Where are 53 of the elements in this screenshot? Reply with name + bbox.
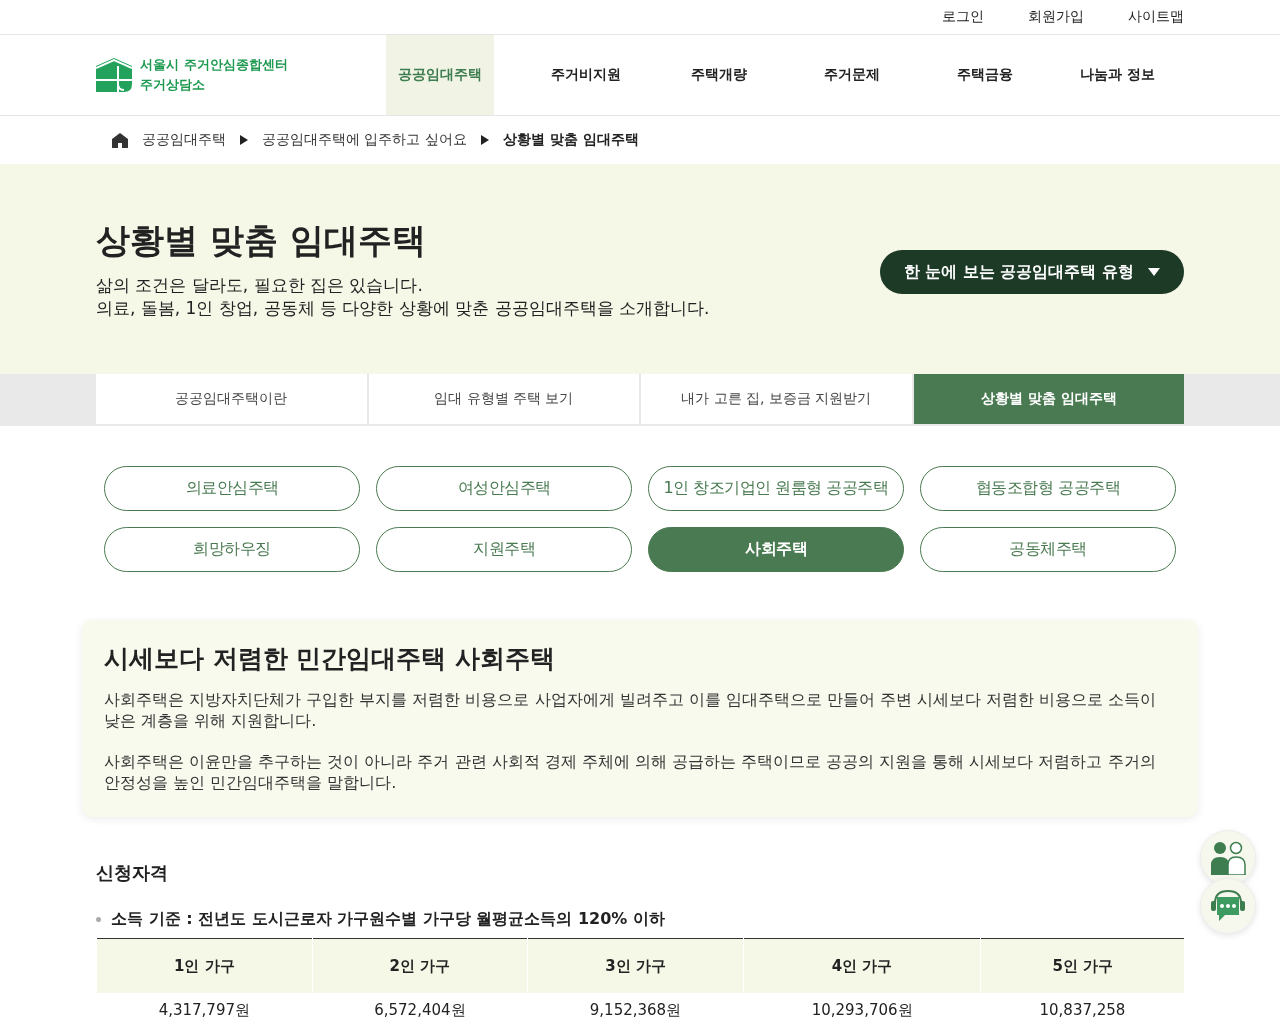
housing-type-button[interactable]: 의료안심주택 bbox=[104, 466, 360, 511]
column-header: 1인 가구 bbox=[96, 938, 313, 993]
table-cell: 4,317,797원 bbox=[96, 993, 313, 1024]
chatbot-button[interactable] bbox=[1200, 878, 1256, 934]
utility-link[interactable]: 회원가입 bbox=[1028, 8, 1084, 26]
income-criteria: 소득 기준 : 전년도 도시근로자 가구원수별 가구당 월평균소득의 120% 이하 bbox=[111, 909, 665, 930]
housing-type-button[interactable]: 협동조합형 공공주택 bbox=[920, 466, 1176, 511]
triangle-right-icon bbox=[240, 135, 248, 145]
home-icon[interactable] bbox=[112, 132, 128, 148]
nav-item[interactable]: 나눔과 정보 bbox=[1051, 35, 1184, 115]
house-logo-icon[interactable] bbox=[96, 58, 132, 92]
bullet-icon bbox=[96, 917, 101, 922]
table-cell: 10,837,258 bbox=[980, 993, 1184, 1024]
table-cell: 10,293,706원 bbox=[743, 993, 981, 1024]
nav-item[interactable]: 공공임대주택 bbox=[386, 35, 494, 115]
page-title: 상황별 맞춤 임대주택 bbox=[96, 219, 427, 262]
section-tab[interactable]: 상황별 맞춤 임대주택 bbox=[913, 374, 1184, 424]
utility-link[interactable]: 사이트맵 bbox=[1128, 8, 1184, 26]
column-header: 5인 가구 bbox=[980, 938, 1184, 993]
utility-link[interactable]: 로그인 bbox=[942, 8, 984, 26]
logo-title[interactable]: 서울시 주거안심종합센터 bbox=[140, 55, 288, 75]
column-header: 2인 가구 bbox=[312, 938, 528, 993]
housing-type-button[interactable]: 사회주택 bbox=[648, 527, 904, 572]
chat-headset-icon bbox=[1209, 889, 1247, 923]
logo-subtitle[interactable]: 주거상담소 bbox=[140, 75, 288, 95]
housing-type-button[interactable]: 1인 창조기업인 원룸형 공공주택 bbox=[648, 466, 904, 511]
section-tab[interactable]: 내가 고른 집, 보증금 지원받기 bbox=[641, 374, 912, 424]
section-tab[interactable]: 임대 유형별 주택 보기 bbox=[368, 374, 639, 424]
table-cell: 6,572,404원 bbox=[312, 993, 528, 1024]
section-tab[interactable]: 공공임대주택이란 bbox=[96, 374, 367, 424]
nav-item[interactable]: 주택개량 bbox=[652, 35, 785, 115]
breadcrumb-link[interactable]: 공공임대주택 bbox=[142, 131, 226, 149]
intro-paragraph: 사회주택은 이윤만을 추구하는 것이 아니라 주거 관련 사회적 경제 주체에 의해 공급하는 주택이므로 공공의 지원을 통해 시세보다 저렴하고 주거의 안정성을 높인 민간임대주택을 말합니다. bbox=[104, 751, 1157, 793]
hero-description: 삶의 조건은 달라도, 필요한 집은 있습니다. 의료, 돌봄, 1인 창업, 공동체 등 다양한 상황에 맞춘 공공임대주택을 소개합니다. bbox=[96, 274, 710, 320]
housing-types-button[interactable]: 한 눈에 보는 공공임대주택 유형 bbox=[879, 250, 1184, 294]
table-cell: 9,152,368원 bbox=[527, 993, 744, 1024]
housing-type-button[interactable]: 희망하우징 bbox=[104, 527, 360, 572]
column-header: 3인 가구 bbox=[527, 938, 744, 993]
housing-type-button[interactable]: 지원주택 bbox=[376, 527, 632, 572]
intro-paragraph: 사회주택은 지방자치단체가 구입한 부지를 저렴한 비용으로 사업자에게 빌려주고 이를 임대주택으로 만들어 주변 시세보다 저렴한 비용으로 소득이 낮은 계층을 위해 지원합니다. bbox=[104, 689, 1158, 731]
nav-item[interactable]: 주택금융 bbox=[918, 35, 1051, 115]
people-icon bbox=[1210, 841, 1246, 875]
breadcrumb-link[interactable]: 상황별 맞춤 임대주택 bbox=[502, 131, 639, 149]
caret-icon bbox=[1148, 268, 1160, 276]
nav-item[interactable]: 주거문제 bbox=[785, 35, 918, 115]
housing-type-button[interactable]: 공동체주택 bbox=[920, 527, 1176, 572]
intro-title: 시세보다 저렴한 민간임대주택 사회주택 bbox=[104, 643, 557, 675]
breadcrumb-link[interactable]: 공공임대주택에 입주하고 싶어요 bbox=[262, 131, 467, 149]
column-header: 4인 가구 bbox=[743, 938, 981, 993]
section-heading: 신청자격 bbox=[96, 861, 169, 885]
housing-type-button[interactable]: 여성안심주택 bbox=[376, 466, 632, 511]
nav-item[interactable]: 주거비지원 bbox=[519, 35, 652, 115]
triangle-right-icon bbox=[480, 135, 489, 145]
